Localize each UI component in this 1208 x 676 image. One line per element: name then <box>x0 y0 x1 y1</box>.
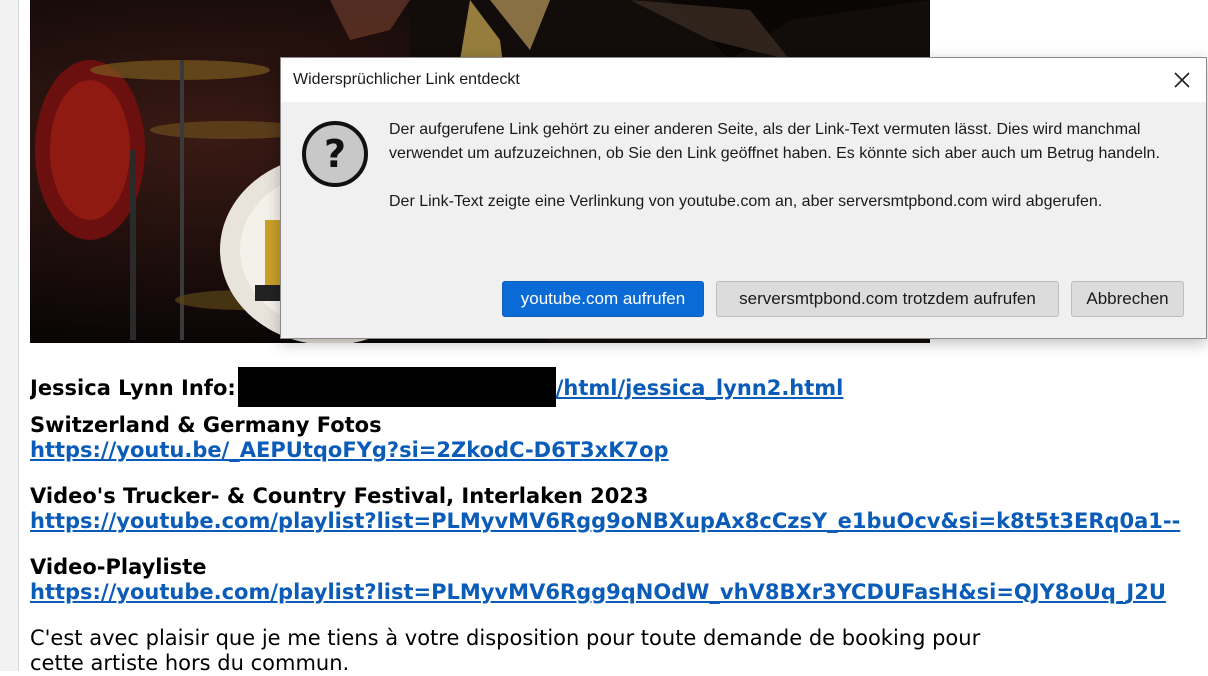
dialog-message-warning: Der aufgerufene Link gehört zu einer and… <box>389 121 1160 162</box>
playlist-link[interactable]: https://youtube.com/playlist?list=PLMyvM… <box>30 580 1166 604</box>
closing-text-line-2: cette artiste hors du commun. <box>30 651 350 675</box>
conflicting-link-dialog: Widersprüchlicher Link entdeckt ? Der au… <box>280 57 1207 339</box>
dialog-titlebar: Widersprüchlicher Link entdeckt <box>281 58 1206 102</box>
question-icon: ? <box>302 121 368 187</box>
fotos-link[interactable]: https://youtu.be/_AEPUtqoFYg?si=2ZkodC-D… <box>30 438 669 462</box>
open-youtube-button[interactable]: youtube.com aufrufen <box>502 281 704 317</box>
dialog-message-detail: Der Link-Text zeigte eine Verlinkung von… <box>389 193 1103 210</box>
info-link[interactable]: /html/jessica_lynn2.html <box>556 376 844 400</box>
festival-link[interactable]: https://youtube.com/playlist?list=PLMyvM… <box>30 509 1180 533</box>
festival-heading: Video's Trucker- & Country Festival, Int… <box>30 484 649 508</box>
svg-text:?: ? <box>324 132 346 176</box>
fotos-heading: Switzerland & Germany Fotos <box>30 413 382 437</box>
cancel-button[interactable]: Abbrechen <box>1071 281 1184 317</box>
info-label: Jessica Lynn Info: <box>30 376 236 400</box>
closing-text-line-1: C'est avec plaisir que je me tiens à vot… <box>30 626 981 650</box>
playlist-heading: Video-Playliste <box>30 555 207 579</box>
email-body: Jessica Lynn Info: /html/jessica_lynn2.ht… <box>30 365 1208 676</box>
close-button[interactable] <box>1158 58 1206 102</box>
close-icon <box>1174 72 1190 88</box>
message-pane-gutter <box>0 0 19 671</box>
open-anyway-button[interactable]: serversmtpbond.com trotzdem aufrufen <box>716 281 1059 317</box>
dialog-message: Der aufgerufene Link gehört zu einer and… <box>389 118 1189 214</box>
dialog-title: Widersprüchlicher Link entdeckt <box>293 71 520 88</box>
redacted-block <box>237 367 556 407</box>
